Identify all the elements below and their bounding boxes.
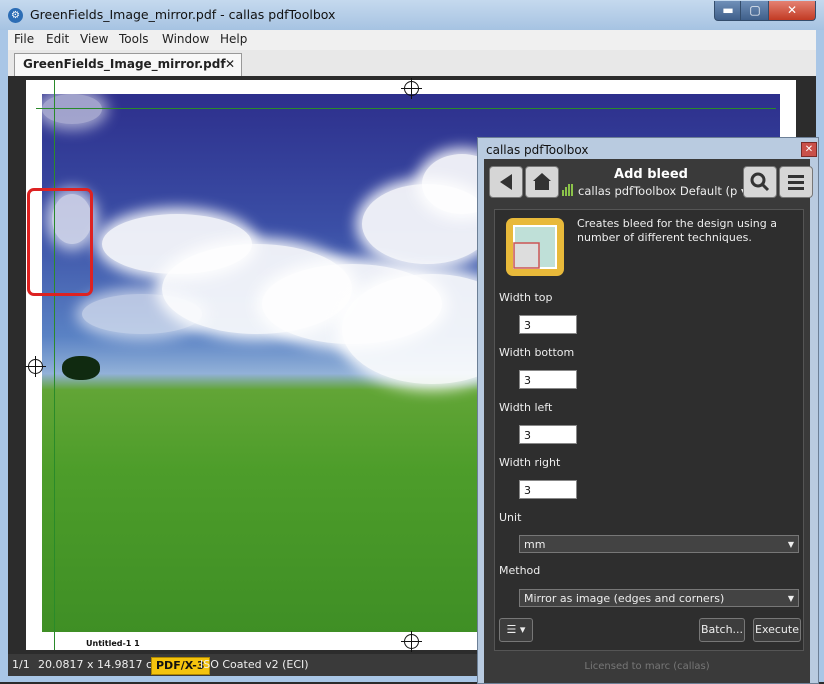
close-button[interactable]: ✕	[768, 1, 816, 21]
document-tab-bar: GreenFields_Image_mirror.pdf ✕	[8, 50, 816, 77]
cloud-shape	[42, 94, 102, 124]
menu-edit[interactable]: Edit	[46, 32, 69, 46]
back-button[interactable]	[489, 166, 523, 198]
menu-view[interactable]: View	[80, 32, 108, 46]
output-profile: ISO Coated v2 (ECI)	[200, 658, 309, 671]
chevron-down-icon: ▼	[787, 540, 794, 549]
registration-mark-icon	[401, 78, 422, 99]
unit-value: mm	[524, 538, 546, 551]
method-select[interactable]: Mirror as image (edges and corners) ▼	[519, 589, 799, 607]
search-button[interactable]	[743, 166, 777, 198]
toolbox-panel: callas pdfToolbox ✕ Add bleed callas pdf…	[477, 137, 819, 684]
menu-help[interactable]: Help	[220, 32, 247, 46]
registration-mark-icon	[401, 631, 422, 652]
panel-title: callas pdfToolbox	[486, 143, 589, 157]
list-icon: ☰ ▾	[506, 623, 526, 636]
width-right-input[interactable]: 3	[519, 480, 577, 499]
window-title: GreenFields_Image_mirror.pdf - callas pd…	[30, 7, 336, 22]
minimize-button[interactable]: ▬	[714, 1, 742, 21]
fixup-heading: Add bleed	[614, 167, 688, 182]
fixup-description: Creates bleed for the design using a num…	[577, 217, 777, 244]
back-arrow-icon	[500, 174, 512, 190]
execute-button[interactable]: Execute	[753, 618, 801, 642]
page-size: 20.0817 x 14.9817 cm	[38, 658, 163, 671]
tab-document[interactable]: GreenFields_Image_mirror.pdf ✕	[14, 53, 242, 76]
profile-label: callas pdfToolbox Default (p	[578, 184, 738, 198]
close-icon[interactable]: ✕	[225, 57, 235, 71]
bleed-guide-top	[36, 108, 776, 109]
panel-body: Add bleed callas pdfToolbox Default (p ▾…	[484, 159, 813, 683]
fixup-settings: Creates bleed for the design using a num…	[494, 209, 804, 651]
license-text: Licensed to marc (callas)	[584, 661, 710, 672]
width-bottom-label: Width bottom	[499, 346, 575, 359]
menu-file[interactable]: File	[14, 32, 34, 46]
menu-button[interactable]	[779, 166, 813, 198]
page-indicator: 1/1	[12, 658, 30, 671]
tree-shape	[62, 356, 100, 380]
maximize-button[interactable]: ▢	[740, 1, 770, 21]
add-bleed-icon	[506, 218, 564, 276]
gear-icon: ⚙	[8, 8, 23, 23]
menu-tools[interactable]: Tools	[119, 32, 149, 46]
method-value: Mirror as image (edges and corners)	[524, 592, 725, 605]
cloud-shape	[82, 294, 202, 334]
method-label: Method	[499, 564, 541, 577]
panel-close-button[interactable]: ✕	[801, 142, 817, 157]
profile-selector[interactable]: callas pdfToolbox Default (p ▾	[562, 184, 747, 199]
tab-label: GreenFields_Image_mirror.pdf	[23, 57, 226, 71]
home-button[interactable]	[525, 166, 559, 198]
menu-window[interactable]: Window	[162, 32, 209, 46]
width-bottom-input[interactable]: 3	[519, 370, 577, 389]
profile-bars-icon	[562, 184, 574, 199]
hamburger-icon	[788, 175, 804, 190]
chevron-down-icon: ▼	[787, 594, 794, 603]
title-bar: ⚙ GreenFields_Image_mirror.pdf - callas …	[0, 0, 824, 30]
home-icon	[533, 173, 551, 190]
registration-mark-icon	[25, 356, 46, 377]
width-top-input[interactable]: 3	[519, 315, 577, 334]
width-right-label: Width right	[499, 456, 561, 469]
width-left-label: Width left	[499, 401, 553, 414]
bleed-guide-left	[54, 80, 55, 650]
width-left-input[interactable]: 3	[519, 425, 577, 444]
unit-label: Unit	[499, 511, 522, 524]
highlight-box	[27, 188, 93, 296]
unit-select[interactable]: mm ▼	[519, 535, 799, 553]
page-slug: Untitled-1 1	[86, 639, 140, 648]
search-icon	[750, 172, 770, 192]
menu-bar: File Edit View Tools Window Help	[8, 30, 816, 50]
options-menu-button[interactable]: ☰ ▾	[499, 618, 533, 642]
batch-button[interactable]: Batch...	[699, 618, 745, 642]
width-top-label: Width top	[499, 291, 553, 304]
